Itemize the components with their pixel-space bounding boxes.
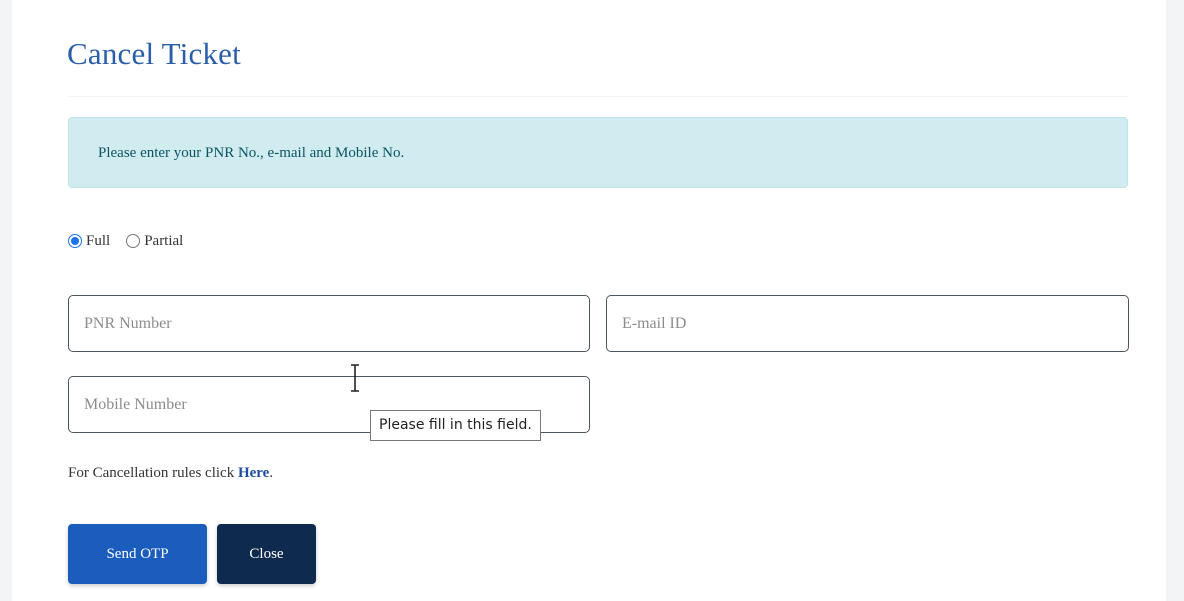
cancellation-rules-link[interactable]: Here <box>238 465 269 481</box>
header-divider <box>67 96 1129 97</box>
info-alert-text: Please enter your PNR No., e-mail and Mo… <box>98 145 405 161</box>
rules-prefix: For Cancellation rules click <box>68 465 238 481</box>
radio-partial-button[interactable] <box>126 234 141 248</box>
radio-partial-label: Partial <box>144 232 184 249</box>
page: Cancel Ticket Please enter your PNR No.,… <box>0 0 1184 601</box>
cancel-ticket-modal: Cancel Ticket Please enter your PNR No.,… <box>12 0 1166 601</box>
validation-tooltip: Please fill in this field. <box>370 410 541 441</box>
rules-suffix: . <box>269 465 274 481</box>
radio-full-label: Full <box>86 232 111 249</box>
info-alert: Please enter your PNR No., e-mail and Mo… <box>68 117 1128 188</box>
radio-option-partial[interactable]: Partial <box>126 233 183 250</box>
page-backdrop-right <box>1166 0 1184 601</box>
send-otp-button[interactable]: Send OTP <box>68 524 207 584</box>
modal-title: Cancel Ticket <box>67 36 241 71</box>
cancellation-rules-text: For Cancellation rules click Here. <box>68 465 273 482</box>
cancel-type-radio-group: Full Partial <box>68 229 199 253</box>
radio-option-full[interactable]: Full <box>68 233 110 250</box>
page-backdrop-left <box>0 0 12 601</box>
close-button[interactable]: Close <box>217 524 316 584</box>
radio-full-button[interactable] <box>68 234 82 248</box>
text-cursor-icon <box>351 364 359 392</box>
pnr-number-input[interactable] <box>68 295 590 352</box>
email-input[interactable] <box>606 295 1129 352</box>
